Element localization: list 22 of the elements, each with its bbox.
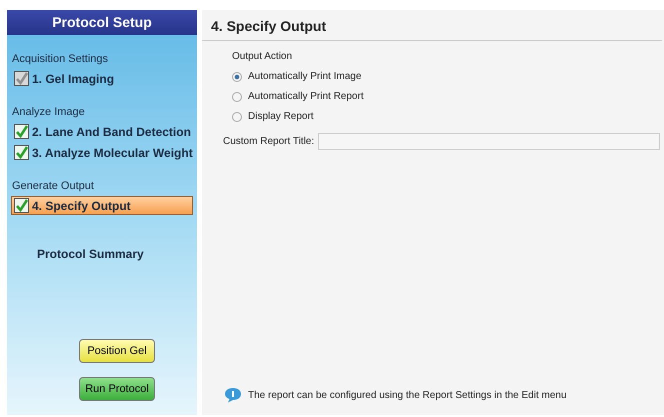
group-label: Generate Output [12, 180, 95, 192]
group-label: Acquisition Settings [12, 53, 109, 65]
group-label: Analyze Image [12, 106, 86, 118]
step-item[interactable]: 3. Analyze Molecular Weight [11, 143, 196, 162]
radio-button[interactable] [232, 72, 242, 82]
radio-button[interactable] [232, 92, 242, 102]
action-button[interactable]: Position Gel [79, 339, 155, 363]
field-label: Custom Report Title: [223, 136, 314, 147]
option-label: Display Report [248, 111, 314, 122]
step-item[interactable]: 2. Lane And Band Detection [11, 122, 194, 141]
info-message: The report can be configured using the Report Settings in the Edit menu [248, 390, 567, 400]
info-icon [224, 387, 242, 403]
sidebar-title: Protocol Setup [7, 10, 197, 35]
step-item[interactable]: 4. Specify Output [11, 196, 193, 215]
action-button[interactable]: Run Protocol [79, 377, 155, 401]
option-label: Automatically Print Image [248, 71, 362, 82]
input-field[interactable] [318, 133, 660, 150]
section-label: Output Action [232, 51, 294, 62]
summary-heading: Protocol Summary [37, 247, 145, 261]
radio-button[interactable] [232, 112, 242, 122]
panel-title: 4. Specify Output [202, 10, 662, 41]
option-label: Automatically Print Report [248, 91, 364, 102]
